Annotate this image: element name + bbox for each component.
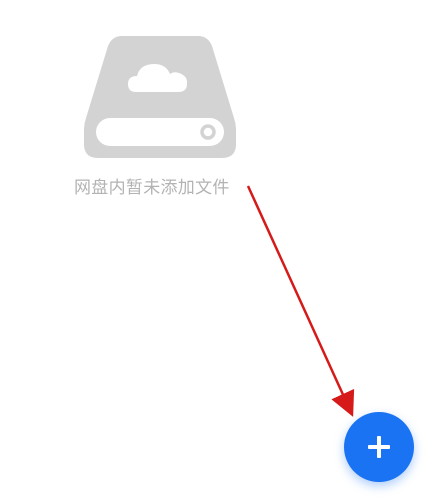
- empty-message: 网盘内暂未添加文件: [74, 178, 230, 198]
- add-file-button[interactable]: [344, 412, 414, 482]
- plus-icon: [368, 436, 390, 458]
- cloud-drive-icon: [84, 36, 236, 158]
